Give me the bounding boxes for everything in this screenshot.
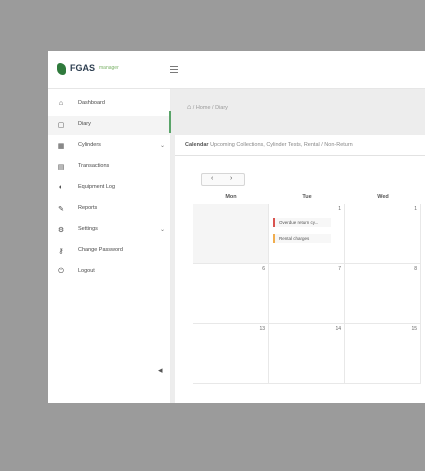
sidebar-item-label: Dashboard	[78, 100, 105, 106]
day-header-wed: Wed	[377, 194, 389, 200]
sidebar-item-label: Diary	[78, 121, 91, 127]
calendar-day-cell[interactable]: 7	[269, 264, 345, 324]
sidebar-item-cylinders[interactable]: ▦ Cylinders ⌄	[48, 137, 170, 156]
main-content: ⌂ / Home / Diary Calendar Upcoming Colle…	[171, 89, 425, 403]
logo-subtext: manager	[99, 65, 119, 71]
calendar-day-cell[interactable]: 1 Overdue return cy... Rental charges	[269, 204, 345, 264]
day-header-mon: Mon	[225, 194, 237, 200]
cylinder-icon: ▦	[57, 143, 65, 150]
sidebar-item-equipment-log[interactable]: ◐ Equipment Log	[48, 179, 170, 198]
sidebar-item-label: Equipment Log	[78, 184, 115, 190]
calendar-header: Calendar Upcoming Collections, Cylinder …	[175, 135, 425, 156]
sidebar-item-label: Cylinders	[78, 142, 101, 148]
next-month-button[interactable]: ›	[230, 175, 232, 182]
day-number: 6	[262, 266, 265, 272]
prev-month-button[interactable]: ‹	[211, 175, 213, 182]
app-window: FGAS manager ⌂ Dashboard ▢ Diary ▦ Cylin…	[48, 51, 425, 403]
home-icon[interactable]: ⌂	[187, 104, 191, 111]
day-number: 14	[335, 326, 341, 332]
reports-icon: ✎	[58, 206, 64, 213]
sidebar-item-diary[interactable]: ▢ Diary	[48, 111, 171, 135]
calendar-nav: ‹ ›	[201, 173, 245, 186]
sidebar-item-change-password[interactable]: ⚷ Change Password	[48, 242, 170, 261]
day-number: 15	[411, 326, 417, 332]
sidebar-item-reports[interactable]: ✎ Reports	[48, 200, 170, 219]
logo-icon	[57, 63, 66, 75]
sidebar-item-label: Change Password	[78, 247, 123, 253]
day-header-tue: Tue	[302, 194, 312, 200]
calendar-day-cell[interactable]	[193, 204, 269, 264]
calendar-day-cell[interactable]: 1	[345, 204, 421, 264]
logout-icon: ⏻	[58, 268, 64, 275]
calendar-day-cell[interactable]: 15	[345, 324, 421, 384]
calendar-day-cell[interactable]: 8	[345, 264, 421, 324]
day-number: 1	[414, 206, 417, 212]
calendar-body: ‹ › Mon Tue Wed 1 Overdue return cy... R…	[175, 156, 425, 403]
calendar-day-cell[interactable]: 13	[193, 324, 269, 384]
calendar-title-rest: Upcoming Collections, Cylinder Tests, Re…	[210, 142, 353, 148]
sidebar-item-logout[interactable]: ⏻ Logout	[48, 263, 170, 282]
calendar-icon: ▢	[57, 122, 65, 129]
chevron-down-icon: ⌄	[160, 143, 166, 149]
calendar-event[interactable]: Rental charges	[273, 234, 331, 243]
top-bar: FGAS manager	[48, 51, 425, 89]
sidebar-item-label: Settings	[78, 226, 98, 232]
day-number: 7	[338, 266, 341, 272]
equipment-icon: ◐	[58, 184, 64, 191]
key-icon: ⚷	[58, 248, 64, 255]
sidebar: ⌂ Dashboard ▢ Diary ▦ Cylinders ⌄ ▤ Tran…	[48, 89, 171, 403]
breadcrumb: ⌂ / Home / Diary	[187, 104, 228, 111]
collapse-sidebar-icon[interactable]: ◂	[158, 365, 163, 376]
home-icon: ⌂	[58, 100, 64, 107]
calendar-grid: Mon Tue Wed 1 Overdue return cy... Renta…	[193, 194, 425, 403]
sidebar-item-label: Reports	[78, 205, 98, 211]
sidebar-item-dashboard[interactable]: ⌂ Dashboard	[48, 95, 170, 114]
breadcrumb-item-home[interactable]: Home	[196, 105, 211, 111]
chevron-down-icon: ⌄	[160, 227, 166, 233]
calendar-title-bold: Calendar	[185, 142, 209, 148]
transactions-icon: ▤	[57, 164, 65, 171]
calendar-day-cell[interactable]: 6	[193, 264, 269, 324]
breadcrumb-item-diary: Diary	[215, 105, 228, 111]
day-number: 1	[338, 206, 341, 212]
menu-toggle-icon[interactable]	[170, 66, 178, 73]
calendar-day-cell[interactable]: 14	[269, 324, 345, 384]
sidebar-item-label: Transactions	[78, 163, 110, 169]
sidebar-item-transactions[interactable]: ▤ Transactions	[48, 158, 170, 177]
calendar-title: Calendar Upcoming Collections, Cylinder …	[185, 142, 353, 148]
day-number: 13	[259, 326, 265, 332]
settings-icon: ⚙	[57, 227, 65, 234]
calendar-event[interactable]: Overdue return cy...	[273, 218, 331, 227]
day-number: 8	[414, 266, 417, 272]
sidebar-item-settings[interactable]: ⚙ Settings ⌄	[48, 221, 170, 240]
sidebar-item-label: Logout	[78, 268, 95, 274]
logo-text: FGAS	[70, 63, 96, 73]
